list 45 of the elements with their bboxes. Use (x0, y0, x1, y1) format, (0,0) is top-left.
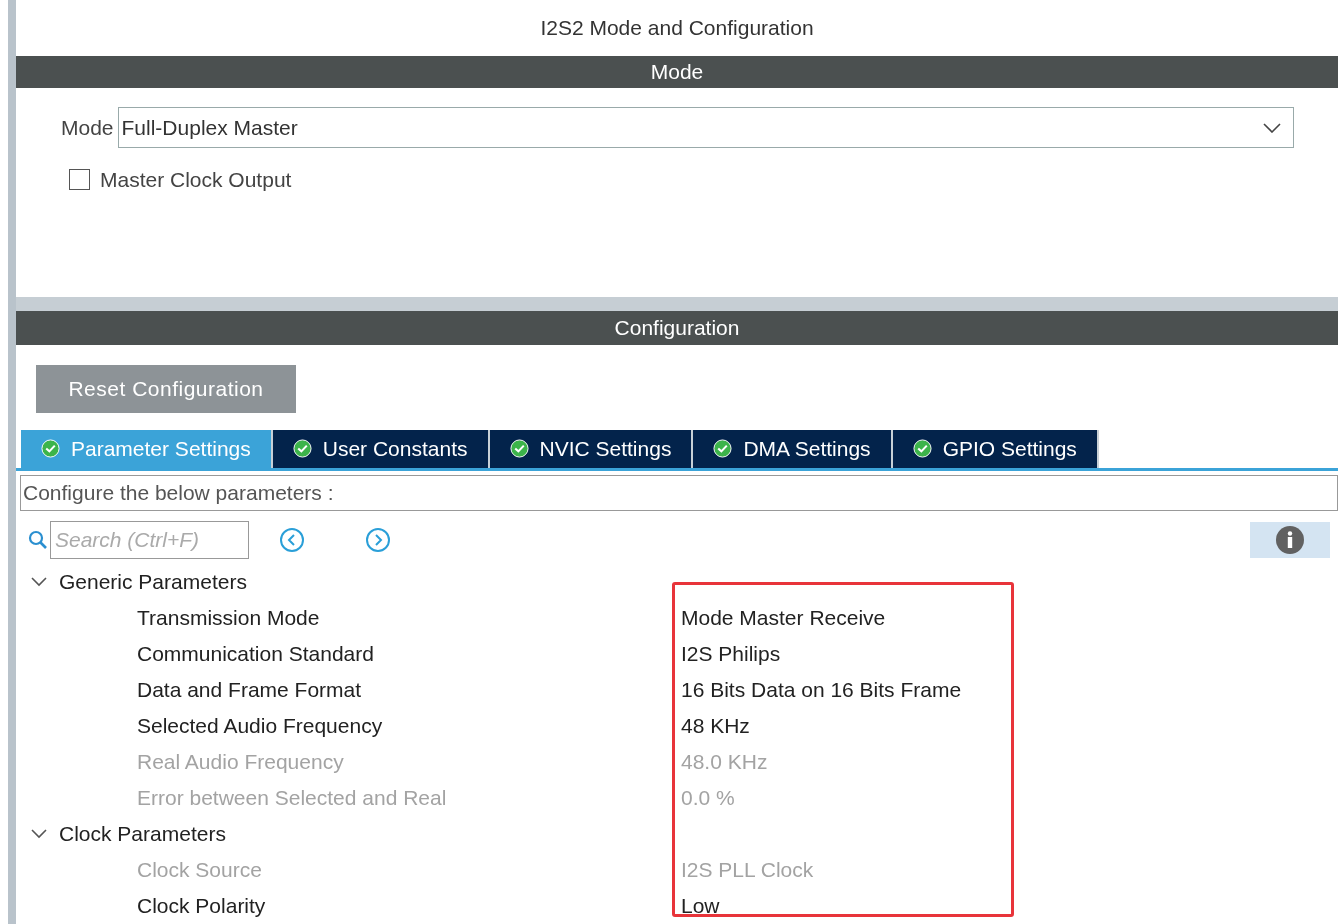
parameter-name: Communication Standard (137, 641, 375, 668)
parameter-value[interactable]: Low (681, 890, 720, 922)
parameter-name: Error between Selected and Real (137, 785, 448, 812)
parameter-value[interactable]: Mode Master Receive (681, 602, 886, 634)
tab[interactable]: User Constants (272, 429, 490, 468)
tree-group-toggle[interactable]: Generic Parameters (31, 566, 247, 598)
section-splitter[interactable] (16, 297, 1338, 312)
check-circle-icon (912, 439, 932, 459)
parameter-value: I2S PLL Clock (681, 857, 814, 884)
chevron-down-icon (31, 577, 47, 587)
check-circle-icon (713, 439, 733, 459)
previous-icon[interactable] (279, 527, 305, 553)
next-icon[interactable] (365, 527, 391, 553)
tab[interactable]: DMA Settings (693, 429, 893, 468)
parameter-name: Transmission Mode (137, 605, 321, 632)
tab[interactable]: NVIC Settings (489, 429, 694, 468)
field-label: Mode (61, 115, 114, 142)
tab[interactable]: GPIO Settings (892, 429, 1099, 468)
info-button[interactable] (1250, 522, 1330, 558)
parameter-name: Data and Frame Format (137, 677, 363, 704)
section-header: Mode (650, 59, 704, 86)
parameter-value[interactable]: 16 Bits Data on 16 Bits Frame (681, 674, 962, 706)
check-circle-icon (292, 439, 312, 459)
mode-dropdown[interactable]: Full-Duplex Master (117, 107, 1294, 149)
checkbox[interactable] (69, 168, 90, 190)
parameter-value: 48.0 KHz (681, 749, 768, 776)
tree-group-toggle[interactable]: Clock Parameters (31, 818, 226, 850)
parameter-value[interactable]: 48 KHz (681, 710, 750, 742)
chevron-down-icon (1263, 122, 1281, 133)
parameter-name: Clock Polarity (137, 893, 267, 920)
parameter-name: Selected Audio Frequency (137, 713, 384, 740)
check-circle-icon (509, 439, 529, 459)
chevron-down-icon (31, 829, 47, 839)
parameter-value[interactable]: I2S Philips (681, 638, 781, 670)
search-field[interactable]: Search (Ctrl+F) (50, 521, 249, 559)
hint-field: Configure the below parameters : (20, 474, 1338, 511)
info-icon (1275, 525, 1305, 555)
section-header: Configuration (614, 315, 740, 342)
parameter-name: Clock Source (137, 857, 263, 884)
check-circle-icon (41, 439, 60, 459)
checkbox-label: Master Clock Output (100, 166, 292, 193)
search-icon (28, 530, 48, 550)
panel-title: I2S2 Mode and Configuration (540, 15, 814, 42)
parameter-name: Real Audio Frequency (137, 749, 345, 776)
parameter-value: 0.0 % (681, 785, 735, 812)
